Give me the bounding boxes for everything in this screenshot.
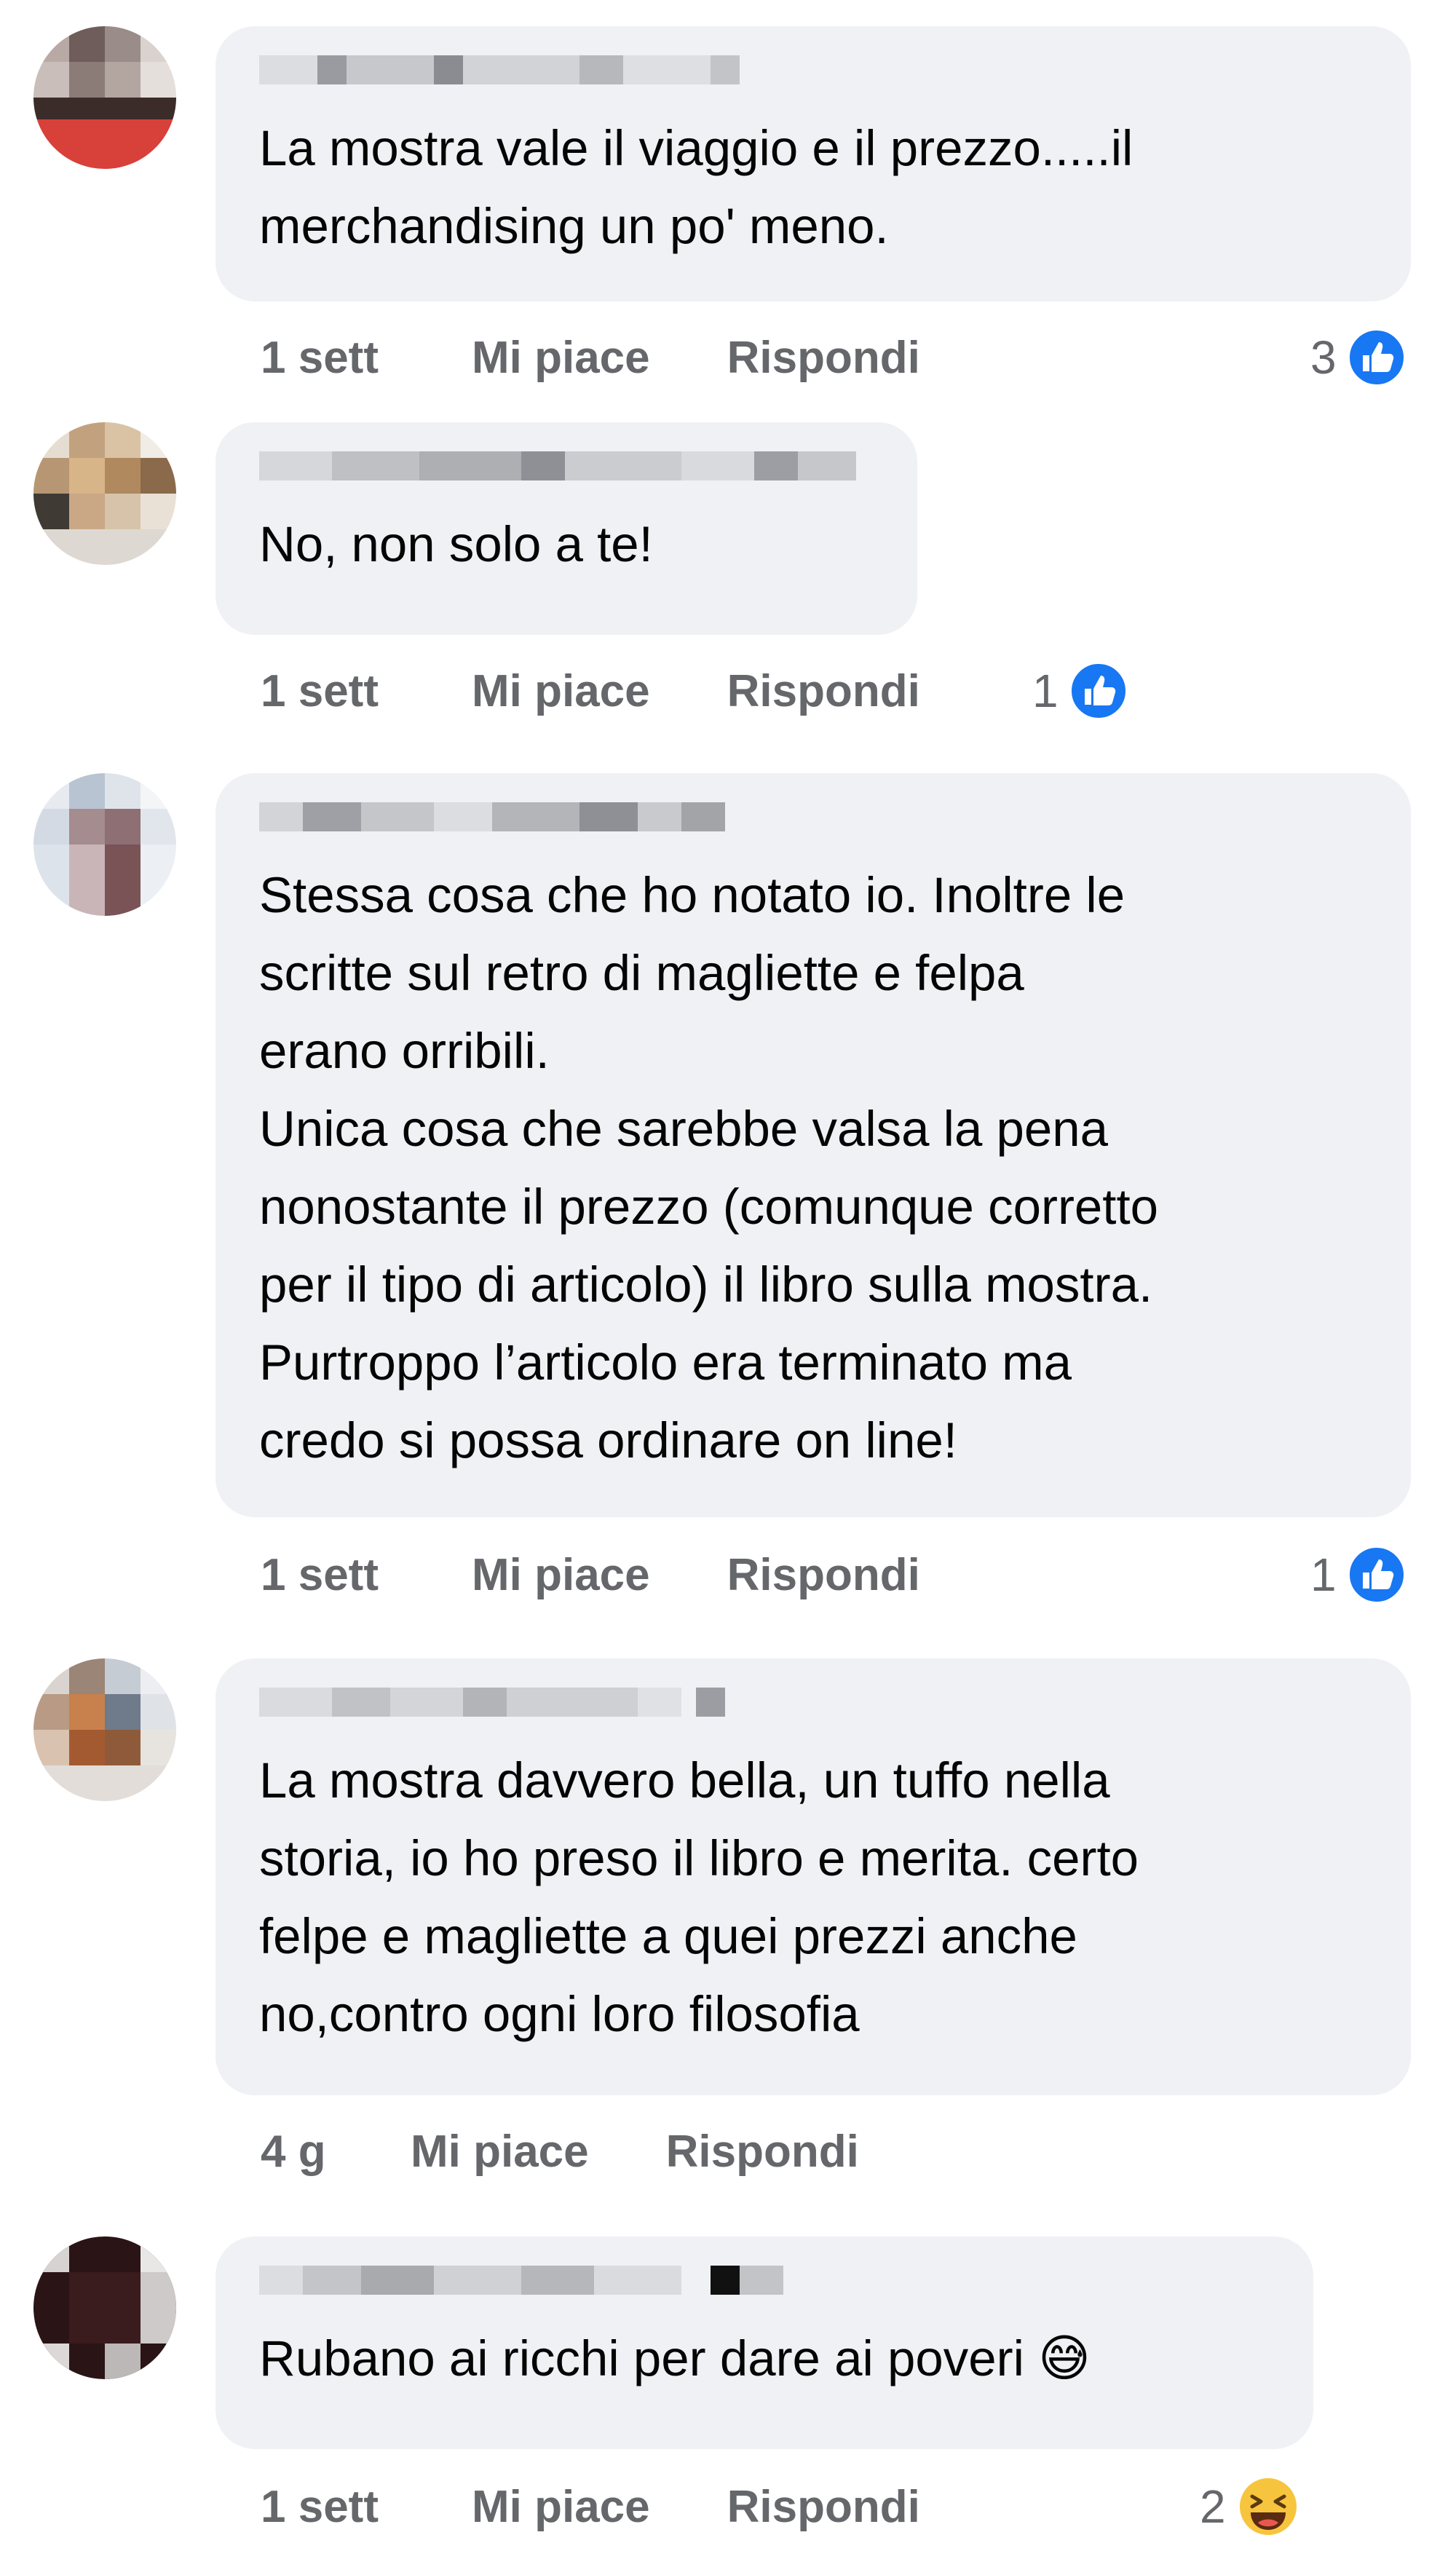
reaction-summary[interactable]: 3: [1310, 325, 1406, 390]
author-name-blurred[interactable]: [259, 451, 900, 495]
comment-actions: 4 g Mi piace Rispondi: [261, 2119, 859, 2184]
like-button[interactable]: Mi piace: [472, 1549, 650, 1601]
like-icon: [1346, 1545, 1406, 1605]
comment-text: La mostra vale il viaggio e il prezzo...…: [259, 120, 1133, 254]
avatar[interactable]: [33, 422, 176, 565]
timestamp[interactable]: 4 g: [261, 2126, 411, 2178]
timestamp[interactable]: 1 sett: [261, 665, 472, 717]
like-icon: [1068, 661, 1128, 721]
comment-bubble: Stessa cosa che ho notato io. Inoltre le…: [215, 773, 1411, 1517]
timestamp[interactable]: 1 sett: [261, 332, 472, 384]
reply-button[interactable]: Rispondi: [666, 2126, 859, 2178]
author-name-blurred[interactable]: [259, 2266, 871, 2309]
comment-bubble: La mostra davvero bella, un tuffo nella …: [215, 1658, 1411, 2095]
comment-text: Stessa cosa che ho notato io. Inoltre le…: [259, 867, 1159, 1468]
reaction-summary[interactable]: 1: [1032, 658, 1128, 724]
comment-actions: 1 sett Mi piace Rispondi: [261, 1542, 920, 1607]
comment-actions: 1 sett Mi piace Rispondi: [261, 2474, 920, 2539]
author-name-blurred[interactable]: [259, 55, 754, 99]
avatar[interactable]: [33, 2236, 176, 2379]
laugh-icon: [1236, 2475, 1299, 2538]
comment-bubble: La mostra vale il viaggio e il prezzo...…: [215, 26, 1411, 301]
author-name-blurred[interactable]: [259, 802, 754, 846]
reply-button[interactable]: Rispondi: [727, 332, 920, 384]
comment-text: La mostra davvero bella, un tuffo nella …: [259, 1752, 1139, 2042]
like-icon: [1346, 328, 1406, 387]
comment-actions: 1 sett Mi piace Rispondi: [261, 325, 920, 390]
reply-button[interactable]: Rispondi: [727, 1549, 920, 1601]
comment-actions: 1 sett Mi piace Rispondi: [261, 658, 920, 724]
like-button[interactable]: Mi piace: [472, 665, 650, 717]
reaction-count: 3: [1310, 331, 1337, 384]
reaction-count: 2: [1200, 2480, 1226, 2533]
reply-button[interactable]: Rispondi: [727, 2481, 920, 2533]
comment-bubble: Rubano ai ricchi per dare ai poveri 😅: [215, 2236, 1313, 2449]
comment-text: Rubano ai ricchi per dare ai poveri 😅: [259, 2330, 1091, 2386]
like-button[interactable]: Mi piace: [411, 2126, 589, 2178]
like-button[interactable]: Mi piace: [472, 2481, 650, 2533]
author-name-blurred[interactable]: [259, 1688, 812, 1731]
avatar[interactable]: [33, 26, 176, 169]
comment-text: No, non solo a te!: [259, 516, 653, 572]
reaction-count: 1: [1032, 665, 1059, 717]
reaction-summary[interactable]: 1: [1310, 1542, 1406, 1607]
reaction-summary[interactable]: 2: [1200, 2474, 1300, 2539]
avatar[interactable]: [33, 773, 176, 916]
timestamp[interactable]: 1 sett: [261, 1549, 472, 1601]
reply-button[interactable]: Rispondi: [727, 665, 920, 717]
avatar[interactable]: [33, 1658, 176, 1801]
reaction-count: 1: [1310, 1549, 1337, 1601]
like-button[interactable]: Mi piace: [472, 332, 650, 384]
comment-bubble: No, non solo a te!: [215, 422, 917, 635]
timestamp[interactable]: 1 sett: [261, 2481, 472, 2533]
